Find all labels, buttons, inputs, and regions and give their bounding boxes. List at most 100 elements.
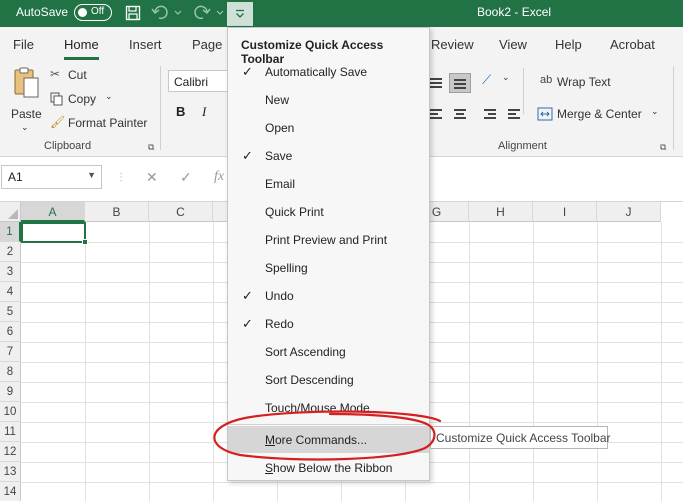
save-icon[interactable] <box>123 3 143 23</box>
column-header-b[interactable]: B <box>85 202 149 222</box>
menu-item-touch-mouse-mode[interactable]: Touch/Mouse Mode <box>228 394 429 421</box>
copy-button[interactable]: Copy ⌄ <box>50 91 120 109</box>
orientation-button[interactable]: ⟋ ⌄ <box>482 72 514 92</box>
row-header-6[interactable]: 6 <box>0 322 21 342</box>
tab-insert[interactable]: Insert <box>129 37 162 52</box>
tab-review[interactable]: Review <box>431 37 474 52</box>
checkmark-icon: ✓ <box>242 288 253 303</box>
menu-item-quick-print[interactable]: Quick Print <box>228 198 429 225</box>
undo-icon[interactable] <box>150 3 184 23</box>
cut-button[interactable]: ✂ Cut <box>50 67 110 85</box>
menu-item-label: Touch/Mouse Mode <box>265 401 370 415</box>
row-header-11[interactable]: 11 <box>0 422 21 442</box>
checkmark-icon: ✓ <box>242 316 253 331</box>
copy-label: Copy <box>68 92 97 106</box>
cut-label: Cut <box>68 68 87 82</box>
column-header-a[interactable]: A <box>21 202 85 222</box>
column-header-i[interactable]: I <box>533 202 597 222</box>
row-header-12[interactable]: 12 <box>0 442 21 462</box>
name-box[interactable]: A1 ▼ <box>1 165 102 189</box>
column-header-j[interactable]: J <box>597 202 661 222</box>
menu-item-print-preview-and-print[interactable]: Print Preview and Print <box>228 226 429 253</box>
row-header-10[interactable]: 10 <box>0 402 21 422</box>
align-middle-icon[interactable] <box>449 73 471 93</box>
column-header-c[interactable]: C <box>149 202 213 222</box>
paste-button[interactable]: Paste ⌄ <box>8 66 44 136</box>
menu-item-label: Spelling <box>265 261 308 275</box>
copy-icon <box>50 92 63 106</box>
italic-button[interactable]: I <box>202 104 206 120</box>
menu-item-email[interactable]: Email <box>228 170 429 197</box>
bold-button[interactable]: B <box>176 104 185 119</box>
menu-item-more-commands[interactable]: More Commands... <box>228 426 429 453</box>
align-left-icon[interactable] <box>428 106 446 122</box>
menu-item-automatically-save[interactable]: ✓ Automatically Save <box>228 58 429 85</box>
toggle-knob <box>78 7 87 17</box>
tab-acrobat[interactable]: Acrobat <box>610 37 655 52</box>
row-header-14[interactable]: 14 <box>0 482 21 501</box>
wrap-text-label: Wrap Text <box>557 75 611 89</box>
menu-item-label: Email <box>265 177 296 191</box>
tab-help[interactable]: Help <box>555 37 582 52</box>
row-header-9[interactable]: 9 <box>0 382 21 402</box>
merge-chevron-icon: ⌄ <box>651 106 659 116</box>
menu-item-redo[interactable]: ✓ Redo <box>228 310 429 337</box>
autosave-toggle[interactable]: Off <box>74 4 112 21</box>
clipboard-launcher-icon[interactable]: ⧉ <box>148 142 154 153</box>
format-painter-button[interactable]: 🖌 Format Painter <box>50 115 150 133</box>
menu-item-spelling[interactable]: Spelling <box>228 254 429 281</box>
tab-file[interactable]: File <box>13 37 34 52</box>
brush-icon: 🖌 <box>50 115 66 129</box>
format-painter-label: Format Painter <box>68 116 148 130</box>
clipboard-group-label: Clipboard <box>44 140 92 152</box>
row-header-5[interactable]: 5 <box>0 302 21 322</box>
insert-function-icon[interactable]: fx <box>214 169 224 185</box>
menu-item-save[interactable]: ✓ Save <box>228 142 429 169</box>
align-center-icon[interactable] <box>452 106 470 122</box>
checkmark-icon: ✓ <box>242 148 253 163</box>
menu-item-label: Sort Ascending <box>265 345 346 359</box>
group-divider <box>160 66 161 150</box>
decrease-indent-icon[interactable] <box>482 106 500 122</box>
group-divider <box>673 66 674 150</box>
enter-icon[interactable]: ✓ <box>180 169 192 186</box>
menu-item-open[interactable]: Open <box>228 114 429 141</box>
row-header-7[interactable]: 7 <box>0 342 21 362</box>
cancel-icon[interactable]: ✕ <box>146 169 158 186</box>
row-header-8[interactable]: 8 <box>0 362 21 382</box>
menu-item-label: Quick Print <box>265 205 324 219</box>
row-header-1[interactable]: 1 <box>0 222 21 242</box>
redo-icon[interactable] <box>192 3 226 23</box>
fill-handle[interactable] <box>82 239 88 245</box>
font-name-box[interactable]: Calibri <box>168 70 230 92</box>
increase-indent-icon[interactable] <box>506 106 524 122</box>
tooltip: Customize Quick Access Toolbar <box>430 426 611 449</box>
merge-center-icon <box>537 107 553 121</box>
select-all-button[interactable] <box>0 202 21 222</box>
column-header-h[interactable]: H <box>469 202 533 222</box>
row-header-3[interactable]: 3 <box>0 262 21 282</box>
wrap-text-button[interactable]: ab Wrap Text <box>540 74 620 92</box>
row-header-4[interactable]: 4 <box>0 282 21 302</box>
row-header-13[interactable]: 13 <box>0 462 21 482</box>
paste-chevron-icon: ⌄ <box>21 122 29 132</box>
merge-center-button[interactable]: Merge & Center ⌄ <box>537 106 665 124</box>
menu-item-undo[interactable]: ✓ Undo <box>228 282 429 309</box>
autosave-state: Off <box>91 6 105 17</box>
tab-view[interactable]: View <box>499 37 527 52</box>
alignment-launcher-icon[interactable]: ⧉ <box>660 142 666 153</box>
grid-hline <box>21 482 683 483</box>
paste-label: Paste <box>11 107 42 121</box>
checkmark-icon: ✓ <box>242 64 253 79</box>
tab-home[interactable]: Home <box>64 37 99 60</box>
orientation-icon: ⟋ <box>482 72 492 87</box>
tab-page[interactable]: Page <box>192 37 222 52</box>
menu-item-sort-descending[interactable]: Sort Descending <box>228 366 429 393</box>
menu-item-show-below-ribbon[interactable]: Show Below the Ribbon <box>228 454 429 481</box>
row-header-2[interactable]: 2 <box>0 242 21 262</box>
menu-item-new[interactable]: New <box>228 86 429 113</box>
customize-qat-dropdown-icon[interactable] <box>227 2 253 26</box>
selected-cell[interactable] <box>21 222 88 245</box>
menu-item-sort-ascending[interactable]: Sort Ascending <box>228 338 429 365</box>
align-top-icon[interactable] <box>428 75 446 91</box>
